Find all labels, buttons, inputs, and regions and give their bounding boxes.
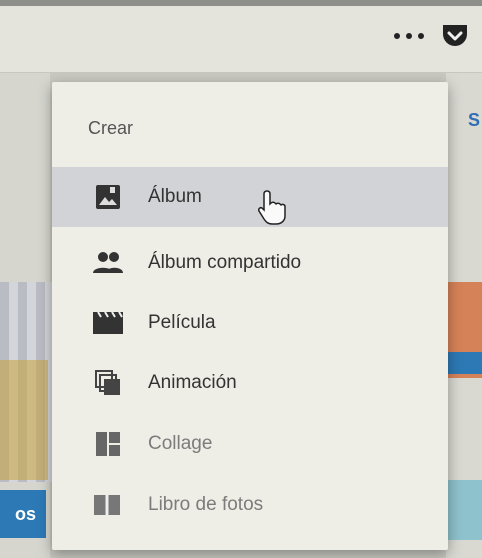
menu-item-label: Álbum: [148, 186, 202, 207]
menu-item-photo-book[interactable]: Libro de fotos: [52, 475, 448, 535]
menu-item-album[interactable]: Álbum: [52, 167, 448, 227]
create-menu: Crear Álbum Álbum compartido Película An…: [52, 82, 448, 550]
menu-item-label: Álbum compartido: [148, 252, 302, 273]
hand-pointer-cursor: [258, 190, 286, 225]
people-icon: [92, 247, 124, 279]
photo-album-icon: [92, 181, 124, 213]
animation-stack-icon: [92, 367, 124, 399]
menu-item-label: Libro de fotos: [148, 494, 264, 515]
background-left-label: os: [0, 490, 46, 538]
menu-item-label: Collage: [148, 433, 213, 454]
photo-book-icon: [92, 489, 124, 521]
top-edge: [0, 0, 482, 6]
background-right-label: S: [468, 110, 481, 130]
movie-clapper-icon: [92, 307, 124, 339]
background-right-banner: [446, 352, 482, 374]
collage-icon: [92, 428, 124, 460]
menu-item-shared-album[interactable]: Álbum compartido: [52, 233, 448, 293]
menu-item-label: Película: [148, 312, 216, 333]
background-right-thumbnail-2: [446, 480, 482, 540]
top-toolbar: [0, 0, 482, 73]
menu-item-collage[interactable]: Collage: [52, 414, 448, 474]
more-options-icon[interactable]: [394, 28, 424, 44]
menu-item-movie[interactable]: Película: [52, 293, 448, 353]
menu-item-label: Animación: [148, 372, 237, 393]
menu-title: Crear: [88, 118, 134, 138]
pocket-icon[interactable]: [441, 22, 469, 48]
background-thumbnail-accent: [0, 360, 48, 480]
menu-item-animation[interactable]: Animación: [52, 353, 448, 413]
